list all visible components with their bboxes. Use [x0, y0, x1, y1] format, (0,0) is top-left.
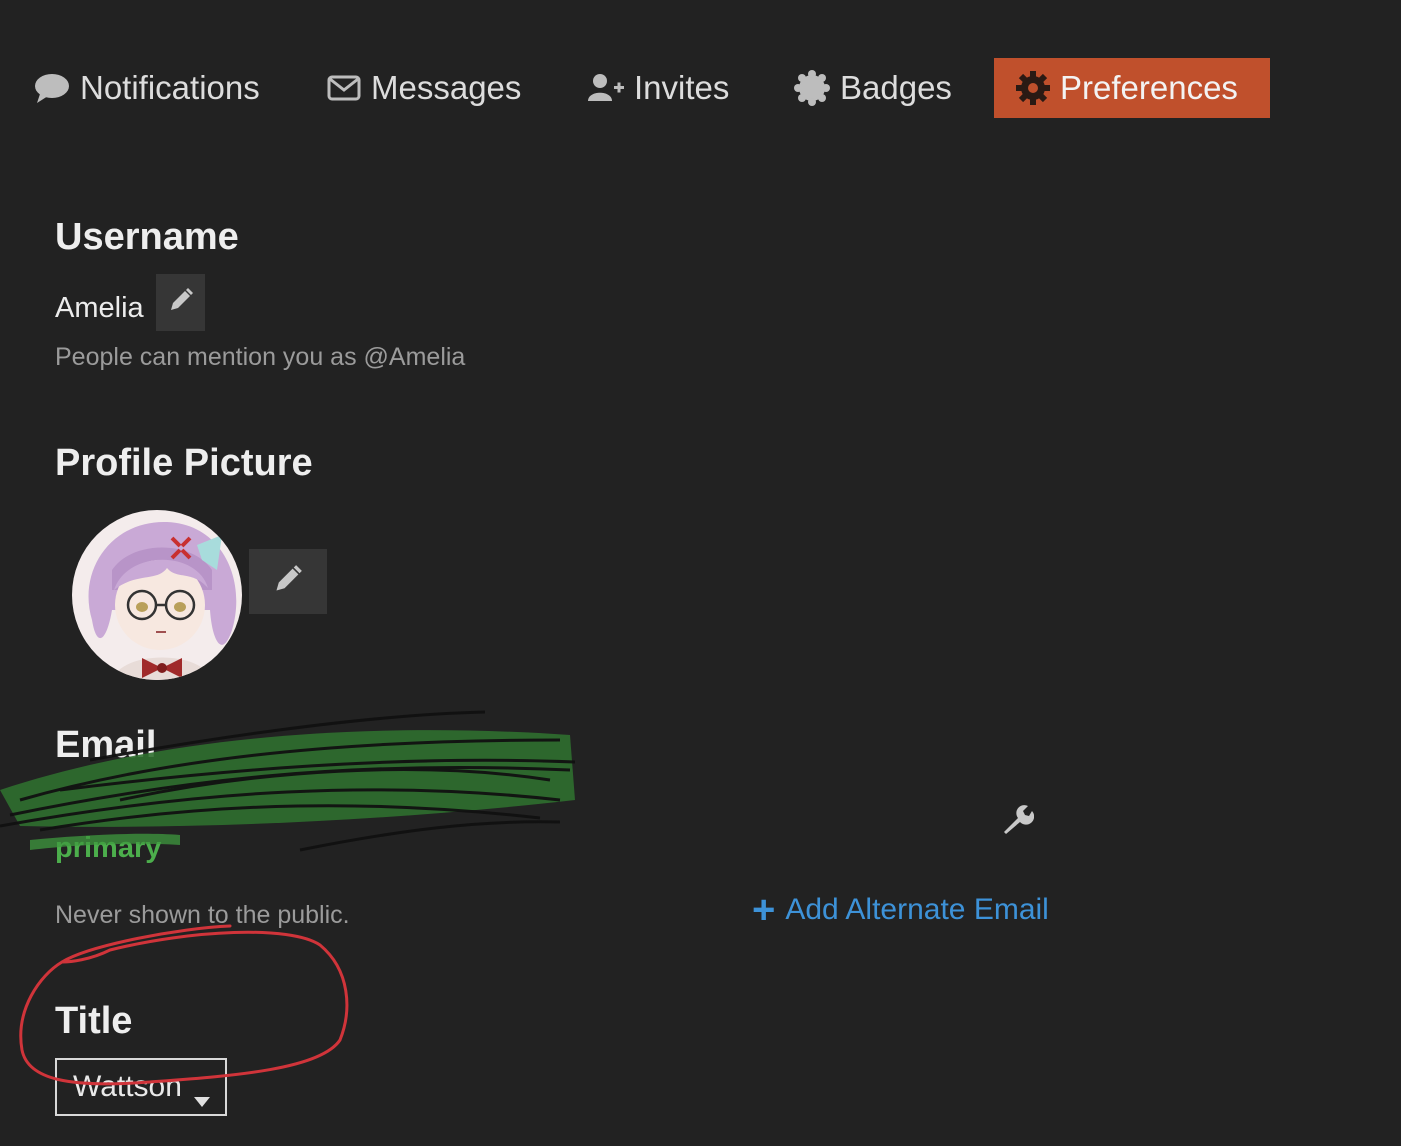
username-value: Amelia	[55, 292, 144, 324]
avatar[interactable]	[72, 510, 242, 680]
nav-preferences-label: Preferences	[1060, 69, 1238, 106]
add-alternate-email-label: Add Alternate Email	[785, 893, 1049, 926]
username-heading: Username	[55, 216, 239, 258]
nav-invites-label: Invites	[634, 69, 730, 106]
pencil-icon	[273, 564, 303, 599]
nav-notifications-label: Notifications	[80, 69, 260, 106]
email-heading: Email	[55, 724, 157, 766]
wrench-icon[interactable]	[998, 800, 1035, 841]
caret-down-icon	[193, 1082, 211, 1116]
nav-badges-label: Badges	[840, 69, 952, 106]
nav-messages-label: Messages	[371, 69, 522, 106]
title-heading: Title	[55, 1000, 133, 1042]
badge-icon	[794, 70, 830, 106]
username-hint: People can mention you as @Amelia	[55, 343, 466, 371]
nav-badges[interactable]: Badges	[794, 58, 952, 118]
nav-messages[interactable]: Messages	[327, 58, 521, 118]
speech-bubble-icon	[34, 72, 70, 104]
nav-notifications[interactable]: Notifications	[34, 58, 260, 118]
edit-username-button[interactable]	[156, 274, 205, 331]
title-select-value: Wattson	[73, 1070, 182, 1103]
envelope-icon	[327, 75, 361, 101]
pencil-icon	[168, 287, 194, 318]
user-plus-icon	[588, 73, 624, 103]
email-hint: Never shown to the public.	[55, 901, 350, 929]
edit-avatar-button[interactable]	[249, 549, 327, 614]
user-nav: Notifications Messages Invites Badges Pr…	[0, 58, 1401, 118]
preferences-page: Notifications Messages Invites Badges Pr…	[0, 0, 1401, 1146]
gear-icon	[1016, 71, 1050, 105]
profile-picture-heading: Profile Picture	[55, 442, 313, 484]
title-select[interactable]: Wattson	[55, 1058, 227, 1116]
primary-email-tag: primary	[55, 832, 162, 864]
nav-preferences[interactable]: Preferences	[994, 58, 1270, 118]
add-alternate-email-link[interactable]: + Add Alternate Email	[752, 890, 1049, 930]
nav-invites[interactable]: Invites	[588, 58, 729, 118]
plus-icon: +	[752, 888, 776, 932]
